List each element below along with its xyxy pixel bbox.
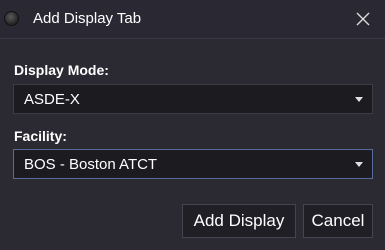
- display-mode-label: Display Mode:: [14, 62, 109, 78]
- title-divider: [0, 38, 385, 39]
- close-button[interactable]: [352, 8, 374, 30]
- add-display-button[interactable]: Add Display: [182, 204, 296, 238]
- facility-select[interactable]: BOS - Boston ATCT: [13, 149, 373, 179]
- chevron-down-icon: [355, 162, 363, 167]
- close-icon: [356, 12, 370, 26]
- chevron-down-icon: [355, 97, 363, 102]
- facility-label: Facility:: [14, 128, 67, 144]
- window-title: Add Display Tab: [33, 10, 142, 27]
- facility-value: BOS - Boston ATCT: [24, 156, 158, 173]
- display-mode-value: ASDE-X: [24, 91, 80, 108]
- display-mode-select[interactable]: ASDE-X: [13, 84, 373, 114]
- app-orb-icon: [4, 11, 19, 26]
- cancel-button[interactable]: Cancel: [303, 204, 373, 238]
- title-bar: Add Display Tab: [0, 0, 385, 38]
